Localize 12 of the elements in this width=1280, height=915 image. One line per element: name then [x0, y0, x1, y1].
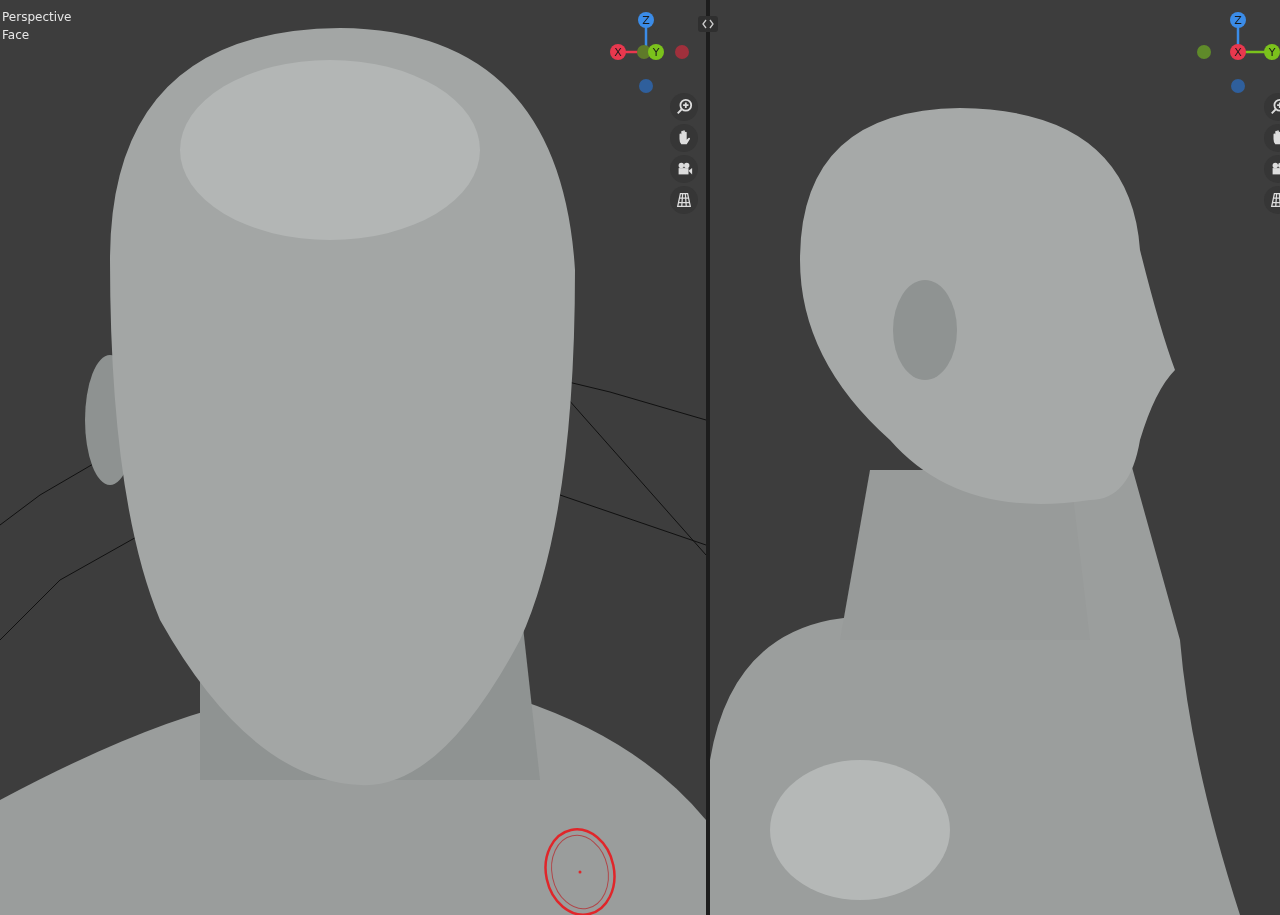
axis-gizmo[interactable]: Z X Y: [606, 2, 696, 98]
viewport-info: Face: [2, 28, 31, 42]
zoom-button[interactable]: [670, 93, 698, 121]
ortho-grid-button[interactable]: [670, 186, 698, 214]
chevrons-icon: [702, 19, 714, 29]
camera-button[interactable]: [670, 155, 698, 183]
split-toggle[interactable]: [698, 16, 718, 32]
axis-gizmo[interactable]: Z X Y: [1194, 2, 1280, 98]
viewport-info: Perspective: [2, 10, 72, 24]
zoom-icon: [675, 98, 693, 116]
grid-icon: [675, 191, 693, 209]
pan-button[interactable]: [670, 124, 698, 152]
